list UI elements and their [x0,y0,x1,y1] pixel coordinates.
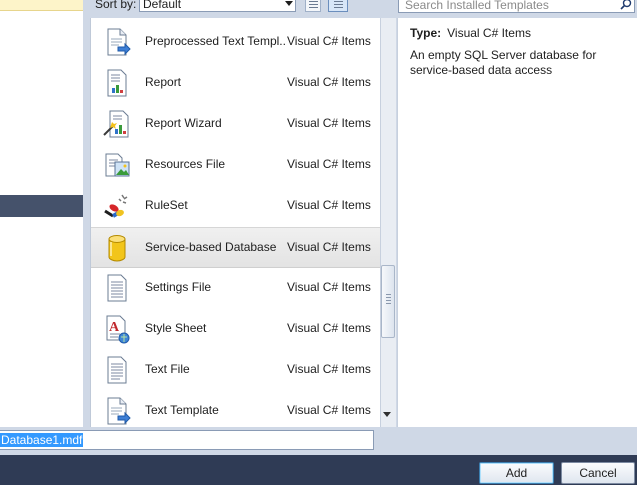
category-tree-selected-item[interactable] [0,195,83,217]
template-name: Text File [145,362,190,376]
template-name: Style Sheet [145,321,207,335]
style-sheet-icon: A [106,315,130,344]
text-template-icon [107,397,131,425]
template-type: Visual C# Items [287,75,371,89]
settings-file-icon [107,274,127,302]
small-icons-view-button[interactable] [305,0,321,12]
database-icon [108,235,126,262]
template-type: Visual C# Items [287,198,371,212]
template-row-report-wizard[interactable]: Report Wizard Visual C# Items [91,104,380,145]
chevron-down-icon [285,1,293,6]
template-type: Visual C# Items [287,362,371,376]
sort-by-value: Default [143,0,182,11]
template-name: RuleSet [145,198,188,212]
category-tree-highlight [0,0,83,11]
template-row-report[interactable]: Report Visual C# Items [91,63,380,104]
report-wizard-icon [103,110,129,138]
list-view-icon [309,1,318,9]
template-type: Visual C# Items [287,240,371,254]
file-name-value: Database1.mdf [0,433,84,447]
template-row-text-file[interactable]: Text File Visual C# Items [91,350,380,391]
description-type-value: Visual C# Items [447,26,531,40]
report-icon [107,69,127,97]
template-type: Visual C# Items [287,280,371,294]
scroll-down-arrow-icon[interactable] [383,412,391,417]
sort-by-label: Sort by: [95,0,137,11]
ruleset-icon [104,194,128,218]
scrollbar-grip-icon [386,294,391,306]
template-name: Report Wizard [145,116,222,130]
description-type: Type: Visual C# Items [410,26,531,40]
details-view-icon [334,1,343,9]
svg-text:A: A [109,320,120,335]
template-name: Preprocessed Text Templ... [145,34,285,48]
template-row-preprocessed-text-template[interactable]: Preprocessed Text Templ... Visual C# Ite… [91,22,380,63]
description-text: An empty SQL Server database for service… [410,48,597,77]
template-type: Visual C# Items [287,157,371,171]
sort-by-dropdown[interactable]: Default [139,0,296,12]
search-placeholder: Search Installed Templates [405,0,549,12]
cancel-button[interactable]: Cancel [561,462,635,484]
template-type: Visual C# Items [287,321,371,335]
text-file-icon [107,356,127,384]
template-row-service-based-database[interactable]: Service-based Database Visual C# Items [91,227,380,268]
template-type: Visual C# Items [287,34,371,48]
description-type-label: Type: [410,26,442,40]
add-button[interactable]: Add [479,462,554,484]
template-row-text-template[interactable]: Text Template Visual C# Items [91,391,380,432]
template-name: Text Template [145,403,219,417]
template-description-pane [397,18,637,427]
search-templates-input[interactable]: Search Installed Templates [398,0,635,13]
template-name: Service-based Database [145,240,277,254]
details-view-button[interactable] [328,0,348,12]
template-row-ruleset[interactable]: RuleSet Visual C# Items [91,186,380,227]
template-list-scrollbar[interactable] [380,18,396,427]
file-name-input[interactable]: Database1.mdf [0,430,374,450]
template-name: Settings File [145,280,212,294]
template-name: Resources File [145,157,226,171]
search-icon[interactable] [620,0,632,10]
template-row-settings-file[interactable]: Settings File Visual C# Items [91,268,380,309]
template-type: Visual C# Items [287,403,371,417]
template-type: Visual C# Items [287,116,371,130]
template-list[interactable]: Preprocessed Text Templ... Visual C# Ite… [90,18,380,427]
resources-file-icon [105,153,130,177]
template-row-resources-file[interactable]: Resources File Visual C# Items [91,145,380,186]
template-row-style-sheet[interactable]: A Style Sheet Visual C# Items [91,309,380,350]
template-name: Report [145,75,182,89]
preprocessed-template-icon [107,28,131,56]
